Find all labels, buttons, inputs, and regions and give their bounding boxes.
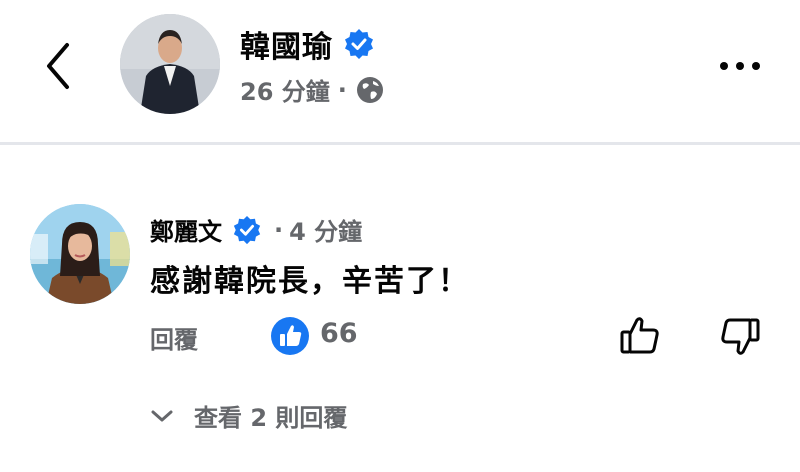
post-time[interactable]: 26 分鐘 — [240, 72, 330, 107]
chevron-down-icon — [151, 410, 173, 421]
post-meta: 26 分鐘 · — [240, 72, 385, 107]
more-dots-icon — [720, 62, 728, 70]
like-reaction-icon[interactable] — [270, 316, 310, 356]
view-replies-button[interactable]: 查看 2 則回覆 — [150, 398, 347, 433]
chevron-left-icon — [47, 43, 69, 89]
author-avatar[interactable] — [120, 14, 220, 114]
verified-badge-icon — [233, 215, 261, 244]
commenter-name[interactable]: 鄭麗文 — [150, 212, 222, 247]
comment-text: 感謝韓院長，辛苦了！ — [150, 264, 470, 299]
like-button[interactable] — [616, 312, 664, 360]
thumbs-up-icon — [620, 317, 659, 354]
post-header: 韓國瑜 26 分鐘 · — [0, 0, 800, 142]
author-name[interactable]: 韓國瑜 — [240, 22, 333, 66]
more-options-button[interactable] — [710, 46, 770, 86]
view-replies-label: 查看 2 則回覆 — [194, 404, 348, 432]
commenter-avatar[interactable] — [30, 204, 130, 304]
globe-icon[interactable] — [355, 75, 385, 105]
reply-button[interactable]: 回覆 — [150, 320, 198, 355]
comment-separator: · — [274, 215, 284, 244]
thumbs-down-icon — [721, 318, 760, 355]
like-count: 66 — [320, 318, 358, 349]
back-button[interactable] — [30, 36, 86, 96]
dislike-button[interactable] — [716, 312, 764, 360]
comment-header: 鄭麗文 · 4 分鐘 — [150, 212, 362, 247]
header-divider — [0, 142, 800, 145]
author-name-row: 韓國瑜 — [240, 22, 375, 66]
comment-time[interactable]: 4 分鐘 — [289, 212, 362, 247]
meta-separator: · — [337, 75, 347, 104]
verified-badge-icon — [345, 29, 373, 59]
